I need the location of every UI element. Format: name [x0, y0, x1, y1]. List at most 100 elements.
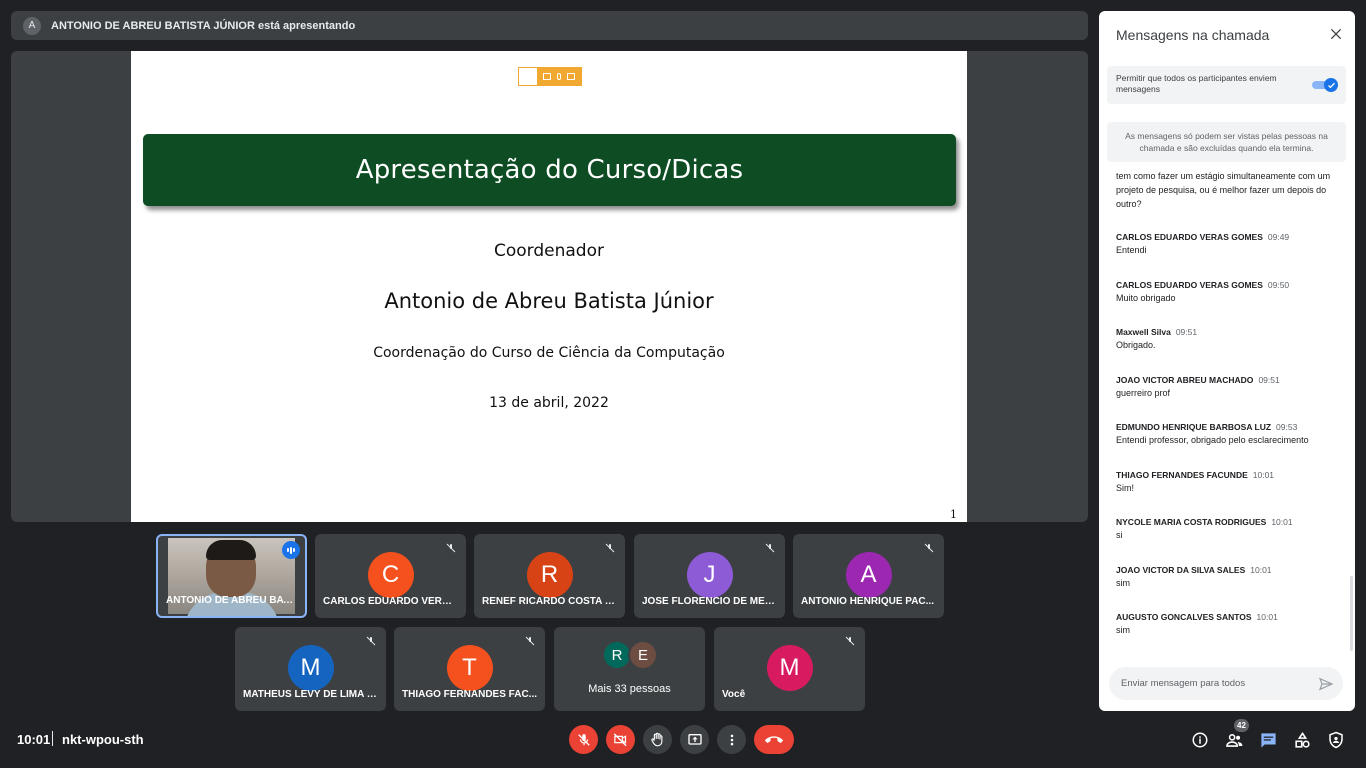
- meeting-code[interactable]: nkt-wpou-sth: [62, 732, 144, 747]
- slide-page-number: 1: [950, 508, 957, 521]
- chat-panel-title: Mensagens na chamada: [1116, 27, 1270, 43]
- mic-off-icon: [577, 733, 590, 746]
- camera-off-icon: [613, 733, 627, 747]
- present-screen-icon: [687, 733, 702, 745]
- mic-off-icon: [924, 543, 934, 553]
- message-sender: AUGUSTO GONCALVES SANTOS: [1116, 612, 1252, 622]
- mic-off-icon: [845, 636, 855, 646]
- camera-toggle-button[interactable]: [606, 725, 635, 754]
- message-time: 09:51: [1175, 327, 1198, 337]
- more-options-button[interactable]: [717, 725, 746, 754]
- meeting-time: 10:01: [17, 732, 51, 747]
- message-sender: THIAGO FERNANDES FACUNDE: [1116, 469, 1248, 480]
- message-time: 09:53: [1276, 422, 1298, 432]
- participant-tile[interactable]: J JOSE FLORENCIO DE MEL...: [634, 534, 785, 618]
- message-sender: JOAO VICTOR DA SILVA SALES: [1116, 564, 1246, 575]
- message-text: Obrigado.: [1116, 340, 1156, 350]
- participant-tile[interactable]: R RENEF RICARDO COSTA D...: [474, 534, 625, 618]
- message-time: 10:01: [1252, 469, 1275, 480]
- participant-avatar: E: [628, 640, 658, 670]
- participant-avatar: M: [766, 645, 813, 691]
- activities-button[interactable]: [1291, 729, 1313, 751]
- message-text: si: [1116, 530, 1123, 540]
- message-sender: NYCOLE MARIA COSTA RODRIGUES: [1116, 517, 1267, 527]
- chat-message: CARLOS EDUARDO VERAS GOMES 09:49 Entendi: [1116, 231, 1338, 279]
- meeting-info-button[interactable]: [1189, 729, 1211, 751]
- chat-message: JOAO VICTOR ABREU MACHADO 09:51 guerreiro…: [1116, 374, 1338, 422]
- end-call-icon: [765, 735, 783, 743]
- message-sender: CARLOS EDUARDO VERAS GOMES: [1116, 279, 1263, 290]
- message-text: guerreiro prof: [1116, 387, 1171, 398]
- message-text: Entendi professor, obrigado pelo esclare…: [1116, 435, 1309, 445]
- participant-name: ANTONIO DE ABREU BATI...: [166, 595, 297, 606]
- speaking-indicator-icon: [282, 541, 300, 559]
- message-text: sim: [1116, 625, 1130, 635]
- more-participants-tile[interactable]: R E Mais 33 pessoas: [554, 627, 705, 711]
- participant-tile[interactable]: T THIAGO FERNANDES FAC...: [394, 627, 545, 711]
- mic-off-icon: [605, 543, 615, 553]
- participant-name: Você: [722, 689, 746, 700]
- chat-privacy-notice: As mensagens só podem ser vistas pelas p…: [1107, 122, 1346, 162]
- participant-avatar: R: [526, 552, 573, 598]
- allow-messages-label: Permitir que todos os participantes envi…: [1116, 73, 1277, 94]
- participant-name: ANTONIO HENRIQUE PAC...: [801, 596, 934, 607]
- chat-message: AUGUSTO GONCALVES SANTOS 10:01 sim: [1116, 611, 1338, 659]
- raise-hand-button[interactable]: [643, 725, 672, 754]
- presentation-slide: Apresentação do Curso/Dicas Coordenador …: [131, 51, 967, 522]
- message-time: 10:01: [1250, 564, 1272, 575]
- chat-input-box: [1109, 667, 1343, 700]
- raise-hand-icon: [651, 732, 663, 747]
- slide-screen-icon[interactable]: [567, 73, 575, 80]
- end-call-button[interactable]: [754, 725, 794, 754]
- slide-camera-icon[interactable]: [543, 73, 551, 80]
- people-button[interactable]: [1223, 729, 1245, 751]
- self-tile[interactable]: M Você: [714, 627, 865, 711]
- present-button[interactable]: [680, 725, 709, 754]
- mic-toggle-button[interactable]: [569, 725, 598, 754]
- allow-messages-toggle[interactable]: [1312, 78, 1338, 92]
- slide-presenter-name: Antonio de Abreu Batista Júnior: [384, 289, 714, 313]
- slide-mic-icon[interactable]: [557, 73, 561, 80]
- send-icon[interactable]: [1318, 676, 1334, 692]
- mic-off-icon: [446, 543, 456, 553]
- participant-avatar: J: [686, 552, 733, 598]
- chat-message: NYCOLE MARIA COSTA RODRIGUES 10:01 si: [1116, 516, 1338, 564]
- info-icon: [1192, 732, 1208, 748]
- message-sender: Maxwell Silva: [1116, 327, 1171, 337]
- slide-toolbar[interactable]: [518, 67, 582, 86]
- participant-avatar: C: [367, 552, 414, 598]
- message-text: Entendi: [1116, 245, 1147, 255]
- chat-message-input[interactable]: [1121, 667, 1311, 700]
- host-controls-button[interactable]: [1325, 729, 1347, 751]
- chat-panel: Mensagens na chamada Permitir que todos …: [1099, 11, 1355, 711]
- participant-tile[interactable]: A ANTONIO HENRIQUE PAC...: [793, 534, 944, 618]
- participant-name: MATHEUS LEVY DE LIMA B...: [243, 689, 378, 700]
- message-text: sim: [1116, 577, 1130, 588]
- more-options-icon: [730, 734, 733, 745]
- mic-off-icon: [765, 543, 775, 553]
- close-icon[interactable]: [1329, 27, 1343, 41]
- chat-message: THIAGO FERNANDES FACUNDE 10:01 Sim!: [1116, 469, 1338, 517]
- people-icon: [1225, 733, 1242, 747]
- more-participants-label: Mais 33 pessoas: [588, 683, 671, 695]
- message-time: 09:49: [1267, 232, 1290, 242]
- message-time: 09:50: [1267, 279, 1290, 290]
- message-time: 10:01: [1256, 612, 1278, 622]
- message-sender: EDMUNDO HENRIQUE BARBOSA LUZ: [1116, 422, 1272, 432]
- participant-name: THIAGO FERNANDES FAC...: [402, 689, 537, 700]
- participant-tile[interactable]: M MATHEUS LEVY DE LIMA B...: [235, 627, 386, 711]
- participant-tile-presenter[interactable]: ANTONIO DE ABREU BATI...: [156, 534, 307, 618]
- participant-name: JOSE FLORENCIO DE MEL...: [642, 596, 777, 607]
- activities-icon: [1294, 731, 1310, 748]
- chat-scrollbar[interactable]: [1350, 576, 1353, 651]
- chat-message: CARLOS EDUARDO VERAS GOMES 09:50 Muito ob…: [1116, 279, 1338, 327]
- participant-tile[interactable]: C CARLOS EDUARDO VERAS...: [315, 534, 466, 618]
- chat-button[interactable]: [1257, 729, 1279, 751]
- message-sender: JOAO VICTOR ABREU MACHADO: [1116, 374, 1254, 385]
- slide-date: 13 de abril, 2022: [489, 395, 609, 411]
- chat-message-text: tem como fazer um estágio simultaneament…: [1116, 171, 1331, 209]
- slide-title: Apresentação do Curso/Dicas: [355, 155, 744, 185]
- divider: [52, 731, 53, 746]
- slide-role: Coordenador: [494, 241, 604, 261]
- presenter-bar: A ANTONIO DE ABREU BATISTA JÚNIOR está a…: [11, 11, 1088, 40]
